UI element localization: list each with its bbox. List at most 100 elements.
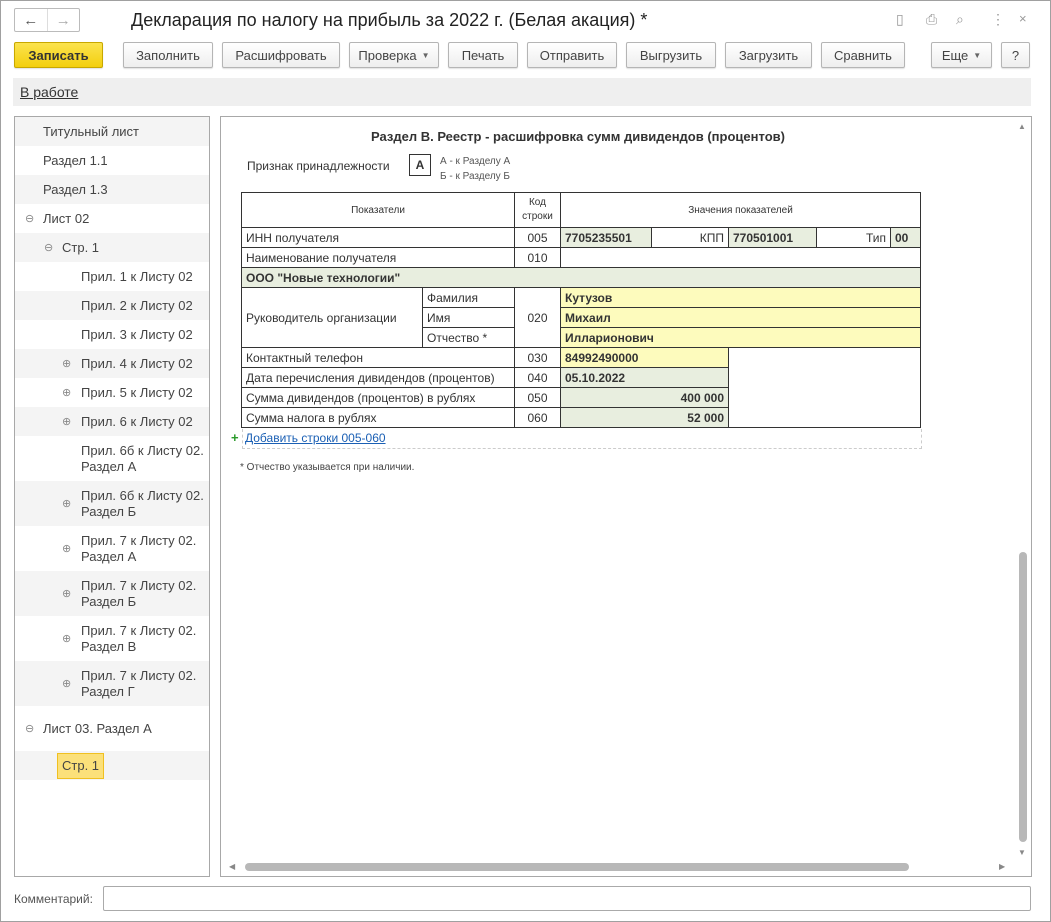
middle-name-field[interactable]: Илларионович <box>560 327 921 348</box>
collapse-icon[interactable]: ⊖ <box>44 241 53 254</box>
back-button[interactable]: ← <box>15 9 47 31</box>
dropdown-arrow-icon: ▼ <box>421 50 430 60</box>
expand-icon[interactable]: ⊕ <box>62 587 71 600</box>
tree-item-label: Прил. 3 к Листу 02 <box>81 326 193 342</box>
tree-item[interactable]: ⊖ Лист 02 <box>15 204 209 233</box>
tree-item[interactable]: Стр. 1 <box>15 751 209 780</box>
tree-item-label: Стр. 1 <box>62 239 100 255</box>
collapse-icon[interactable]: ⊖ <box>25 722 34 735</box>
date-field[interactable]: 05.10.2022 <box>560 367 729 388</box>
print-button[interactable]: Печать <box>448 42 518 68</box>
tree-item[interactable]: ⊕ Прил. 7 к Листу 02. Раздел В <box>15 616 209 661</box>
vertical-scroll-thumb[interactable] <box>1019 552 1027 842</box>
tax-field[interactable]: 52 000 <box>560 407 729 428</box>
forward-button[interactable]: → <box>46 9 80 31</box>
print-icon[interactable]: ⎙ <box>926 11 937 28</box>
more-label: Еще <box>941 47 969 63</box>
name-label: Наименование получателя <box>241 247 515 268</box>
sum-field[interactable]: 400 000 <box>560 387 729 408</box>
horizontal-scroll-thumb[interactable] <box>245 863 909 871</box>
expand-icon[interactable]: ⊕ <box>62 357 71 370</box>
comment-input[interactable] <box>103 886 1031 911</box>
decode-button[interactable]: Расшифровать <box>222 42 340 68</box>
middle-name-label: Отчество * <box>422 327 515 348</box>
tree-item-label: Лист 03. Раздел А <box>43 720 152 736</box>
scroll-left-icon[interactable]: ◀ <box>229 862 235 871</box>
add-rows-link[interactable]: Добавить строки 005-060 <box>245 431 386 445</box>
expand-icon[interactable]: ⊕ <box>62 542 71 555</box>
vertical-scrollbar[interactable]: ▲ ▼ <box>1018 122 1028 860</box>
sign-hint-a: А - к Разделу А <box>440 156 511 167</box>
expand-icon[interactable]: ⊕ <box>62 632 71 645</box>
tree-item[interactable]: ⊕ Прил. 4 к Листу 02 <box>15 349 209 378</box>
head-label: Руководитель организации <box>241 287 423 348</box>
expand-icon[interactable]: ⊕ <box>62 497 71 510</box>
export-button[interactable]: Выгрузить <box>626 42 716 68</box>
type-field[interactable]: 00 <box>890 227 921 248</box>
import-button[interactable]: Загрузить <box>725 42 812 68</box>
sign-field[interactable]: А <box>409 154 431 176</box>
tree-item[interactable]: Прил. 2 к Листу 02 <box>15 291 209 320</box>
scroll-down-icon[interactable]: ▼ <box>1018 848 1026 857</box>
tree-item[interactable]: ⊕ Прил. 7 к Листу 02. Раздел А <box>15 526 209 571</box>
comment-label: Комментарий: <box>14 892 93 906</box>
tree-item[interactable]: ⊕ Прил. 6 к Листу 02 <box>15 407 209 436</box>
tree-item[interactable]: Прил. 1 к Листу 02 <box>15 262 209 291</box>
status-bar: В работе <box>13 78 1031 106</box>
tax-label: Сумма налога в рублях <box>241 407 515 428</box>
tree-item[interactable]: ⊕ Прил. 6б к Листу 02. Раздел Б <box>15 481 209 526</box>
date-label: Дата перечисления дивидендов (процентов) <box>241 367 515 388</box>
date-code: 040 <box>514 367 561 388</box>
expand-icon[interactable]: ⊕ <box>62 677 71 690</box>
expand-icon[interactable]: ⊕ <box>62 386 71 399</box>
compare-button[interactable]: Сравнить <box>821 42 905 68</box>
first-name-label: Имя <box>422 307 515 328</box>
tree-item-label: Прил. 6 к Листу 02 <box>81 413 193 429</box>
dropdown-arrow-icon: ▼ <box>973 50 982 60</box>
sign-hint-b: Б - к Разделу Б <box>440 171 510 182</box>
name-code: 010 <box>514 247 561 268</box>
collapse-icon[interactable]: ⊖ <box>25 212 34 225</box>
check-button[interactable]: Проверка ▼ <box>349 42 439 68</box>
tree-item[interactable]: Прил. 6б к Листу 02. Раздел А <box>15 436 209 481</box>
status-link[interactable]: В работе <box>20 84 78 100</box>
tax-code: 060 <box>514 407 561 428</box>
tree-item[interactable]: Раздел 1.1 <box>15 146 209 175</box>
phone-field[interactable]: 84992490000 <box>560 347 729 368</box>
inn-code: 005 <box>514 227 561 248</box>
tree-item-label: Прил. 6б к Листу 02. Раздел Б <box>81 487 204 519</box>
tree-item[interactable]: ⊕ Прил. 7 к Листу 02. Раздел Б <box>15 571 209 616</box>
tree-item-label: Стр. 1 <box>57 752 105 779</box>
horizontal-scrollbar[interactable]: ◀ ▶ <box>229 862 1009 872</box>
scroll-right-icon[interactable]: ▶ <box>999 862 1005 871</box>
tree-item[interactable]: Титульный лист <box>15 117 209 146</box>
kpp-field[interactable]: 770501001 <box>728 227 817 248</box>
more-button[interactable]: Еще ▼ <box>931 42 992 68</box>
send-button[interactable]: Отправить <box>527 42 617 68</box>
tree-item[interactable]: Раздел 1.3 <box>15 175 209 204</box>
last-name-field[interactable]: Кутузов <box>560 287 921 308</box>
kpp-label: КПП <box>651 227 729 248</box>
help-button[interactable]: ? <box>1001 42 1030 68</box>
more-icon[interactable]: ⋮ <box>991 11 1005 28</box>
preview-icon[interactable]: ⌕ <box>956 11 964 28</box>
tree-item-label: Прил. 2 к Листу 02 <box>81 297 193 313</box>
sign-label: Признак принадлежности <box>247 159 390 173</box>
tree-item-label: Прил. 6б к Листу 02. Раздел А <box>81 442 204 474</box>
save-icon[interactable]: ▯ <box>896 11 904 28</box>
recipient-name-field[interactable]: ООО "Новые технологии" <box>241 267 921 288</box>
tree-item[interactable]: ⊖ Стр. 1 <box>15 233 209 262</box>
tree-item[interactable]: Прил. 3 к Листу 02 <box>15 320 209 349</box>
inn-field[interactable]: 7705235501 <box>560 227 652 248</box>
save-button[interactable]: Записать <box>14 42 103 68</box>
tree-item[interactable]: ⊖ Лист 03. Раздел А <box>15 706 209 751</box>
first-name-field[interactable]: Михаил <box>560 307 921 328</box>
scroll-up-icon[interactable]: ▲ <box>1018 122 1026 131</box>
fill-button[interactable]: Заполнить <box>123 42 213 68</box>
type-label: Тип <box>816 227 891 248</box>
expand-icon[interactable]: ⊕ <box>62 415 71 428</box>
tree-item[interactable]: ⊕ Прил. 7 к Листу 02. Раздел Г <box>15 661 209 706</box>
close-icon[interactable]: × <box>1019 11 1027 26</box>
tree-item-label: Раздел 1.1 <box>43 152 108 168</box>
tree-item[interactable]: ⊕ Прил. 5 к Листу 02 <box>15 378 209 407</box>
